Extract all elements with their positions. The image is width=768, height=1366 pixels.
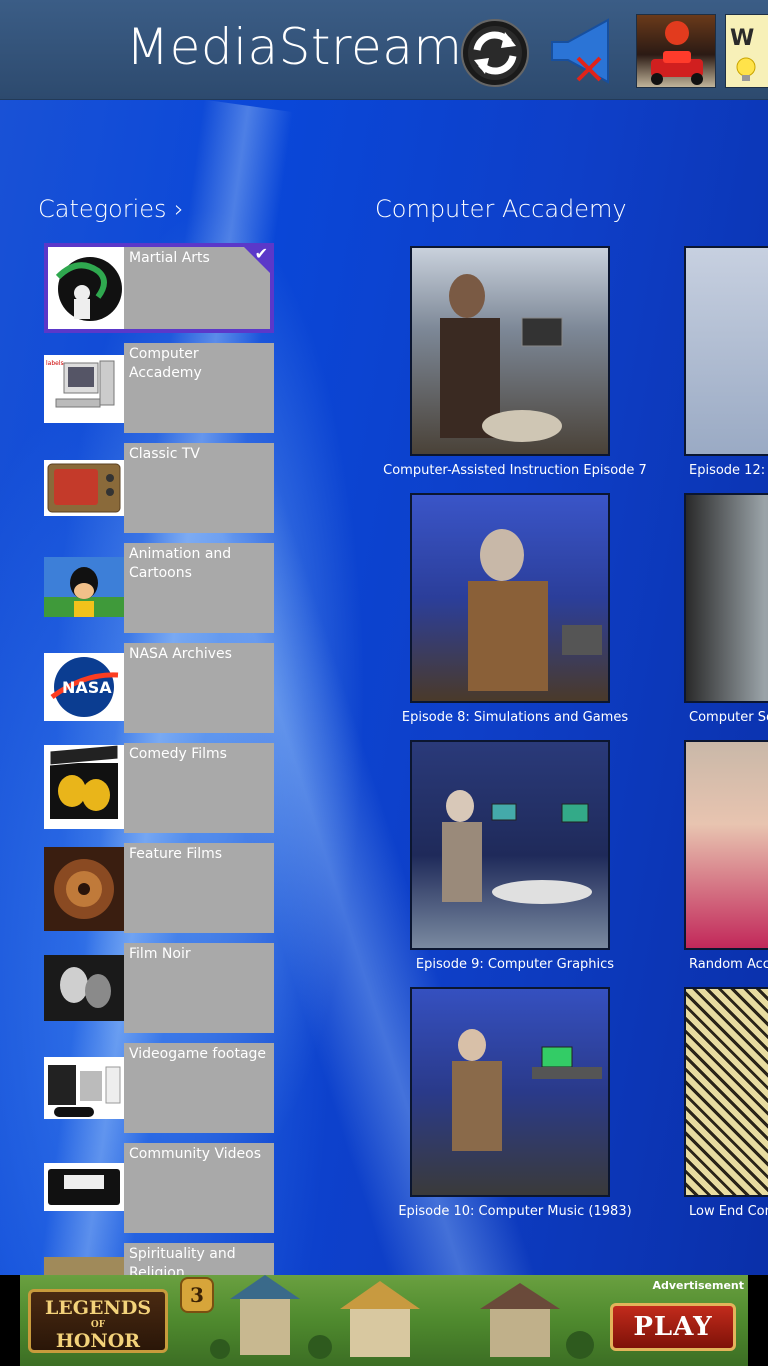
video-tile[interactable]: Episode 12: V — [680, 240, 768, 480]
video-grid[interactable]: Computer-Assisted Instruction Episode 7 … — [380, 240, 768, 1275]
word-game-app-tile[interactable]: W — [725, 14, 768, 88]
video-title: Computer-Assisted Instruction Episode 7 — [383, 463, 647, 478]
chevron-right-icon: › — [174, 195, 184, 223]
category-label: Film Noir — [129, 946, 191, 962]
category-tile: NASA Archives — [124, 643, 274, 733]
category-tile: Computer Accademy — [124, 343, 274, 433]
video-thumbnail — [684, 987, 768, 1197]
race-car-icon — [651, 21, 703, 85]
category-item-computer-accademy[interactable]: labels Computer Accademy — [44, 343, 274, 433]
logo-line-1: LEGENDS — [44, 1297, 152, 1319]
video-tile[interactable]: Episode 9: Computer Graphics — [380, 734, 650, 974]
version-badge: 3 — [180, 1277, 214, 1313]
svg-text:labels: labels — [46, 360, 64, 367]
category-thumbnail — [44, 847, 124, 931]
refresh-icon — [461, 19, 529, 87]
category-item-feature-films[interactable]: Feature Films — [44, 843, 274, 933]
category-item-martial-arts[interactable]: Martial Arts ✔ — [44, 243, 274, 333]
category-thumbnail — [44, 1163, 124, 1211]
speaker-muted-icon — [551, 18, 609, 84]
category-item-animation-and-cartoons[interactable]: Animation and Cartoons — [44, 543, 274, 633]
category-tile: Comedy Films — [124, 743, 274, 833]
advertisement-creative[interactable]: LEGENDS OF HONOR 3 Advertisement PLAY — [20, 1275, 748, 1366]
category-item-comedy-films[interactable]: Comedy Films — [44, 743, 274, 833]
video-thumbnail — [410, 246, 610, 456]
video-thumbnail — [684, 493, 768, 703]
video-title: Episode 8: Simulations and Games — [401, 710, 629, 725]
category-thumbnail — [44, 1257, 124, 1275]
category-item-film-noir[interactable]: Film Noir — [44, 943, 274, 1033]
categories-label: Categories — [38, 195, 167, 223]
video-thumbnail — [410, 740, 610, 950]
video-tile[interactable]: Computer-Assisted Instruction Episode 7 — [380, 240, 650, 480]
app-title: MediaStream — [126, 18, 463, 76]
category-tile: Feature Films — [124, 843, 274, 933]
video-tile[interactable]: Random Acc — [680, 734, 768, 974]
logo-line-2: OF — [90, 1320, 106, 1330]
video-tile[interactable]: Computer Se — [680, 487, 768, 727]
category-item-spirituality-and-religion[interactable]: Spirituality and Religion — [44, 1243, 274, 1275]
category-item-nasa-archives[interactable]: NASA NASA Archives — [44, 643, 274, 733]
category-item-videogame-footage[interactable]: Videogame footage — [44, 1043, 274, 1133]
refresh-button[interactable] — [460, 18, 530, 88]
category-label: Comedy Films — [129, 746, 227, 762]
svg-text:W: W — [730, 26, 754, 51]
mute-button[interactable] — [548, 14, 620, 88]
racing-game-app-tile[interactable] — [636, 14, 716, 88]
video-tile[interactable]: Episode 8: Simulations and Games — [380, 487, 650, 727]
advertisement-label: Advertisement — [652, 1279, 745, 1292]
play-button[interactable]: PLAY — [610, 1303, 736, 1351]
category-tile: Classic TV — [124, 443, 274, 533]
category-label: Animation and Cartoons — [129, 546, 232, 581]
category-thumbnail — [44, 955, 124, 1021]
svg-text:NASA: NASA — [62, 678, 112, 697]
video-title: Episode 10: Computer Music (1983) — [398, 1204, 632, 1219]
checkmark-icon: ✔ — [254, 244, 268, 263]
category-tile: Videogame footage — [124, 1043, 274, 1133]
category-thumbnail: labels — [44, 355, 124, 423]
category-label: Community Videos — [129, 1146, 261, 1162]
video-thumbnail — [684, 740, 768, 950]
video-title: Random Acc — [689, 957, 768, 972]
video-title: Episode 9: Computer Graphics — [415, 957, 615, 972]
categories-list[interactable]: Martial Arts ✔ labels Computer Accademy — [44, 243, 276, 1275]
category-thumbnail — [44, 460, 124, 516]
category-label: Computer Accademy — [129, 346, 202, 381]
category-thumbnail — [44, 745, 124, 829]
category-tile: Film Noir — [124, 943, 274, 1033]
lightbulb-icon: W — [730, 26, 756, 81]
category-label: Classic TV — [129, 446, 200, 462]
advertisement-banner[interactable]: LEGENDS OF HONOR 3 Advertisement PLAY — [0, 1275, 768, 1366]
category-label: Spirituality and Religion — [129, 1246, 236, 1275]
category-label: Videogame footage — [129, 1046, 267, 1062]
video-thumbnail — [410, 987, 610, 1197]
video-title: Computer Se — [689, 710, 768, 725]
video-title: Low End Con — [689, 1204, 768, 1219]
category-tile: Animation and Cartoons — [124, 543, 274, 633]
video-thumbnail — [410, 493, 610, 703]
video-title: Episode 12: V — [689, 463, 768, 478]
category-thumbnail — [44, 557, 124, 617]
current-collection-title: Computer Accademy — [375, 195, 627, 223]
logo-line-3: HONOR — [55, 1330, 141, 1352]
category-label: Feature Films — [129, 846, 223, 862]
video-tile[interactable]: Episode 10: Computer Music (1983) — [380, 981, 650, 1221]
category-tile: Spirituality and Religion — [124, 1243, 274, 1275]
category-label: NASA Archives — [129, 646, 232, 662]
game-logo: LEGENDS OF HONOR — [28, 1289, 168, 1353]
category-item-classic-tv[interactable]: Classic TV — [44, 443, 274, 533]
category-thumbnail — [44, 1057, 124, 1119]
category-thumbnail — [48, 247, 128, 329]
category-thumbnail: NASA — [44, 653, 124, 721]
top-app-bar: MediaStream W — [0, 0, 768, 100]
category-item-community-videos[interactable]: Community Videos — [44, 1143, 274, 1233]
video-thumbnail — [684, 246, 768, 456]
video-tile[interactable]: Low End Con — [680, 981, 768, 1221]
categories-header[interactable]: Categories › — [38, 195, 184, 223]
category-tile: Community Videos — [124, 1143, 274, 1233]
